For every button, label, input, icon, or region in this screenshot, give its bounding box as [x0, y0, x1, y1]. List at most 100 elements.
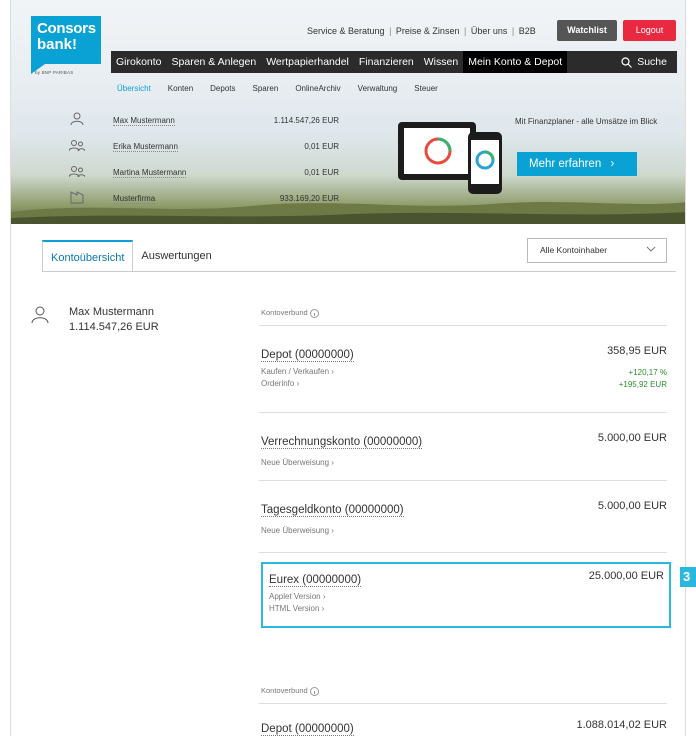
watchlist-button[interactable]: Watchlist	[557, 20, 617, 41]
owner-amount: 0,01 EUR	[304, 168, 339, 177]
logo-line-2: bank!	[37, 36, 78, 53]
person-total: 1.114.547,26 EUR	[69, 321, 159, 333]
info-icon[interactable]	[309, 308, 319, 318]
account-amount: 1.088.014,02 EUR	[576, 719, 667, 731]
owner-row[interactable]: Erika Mustermann 0,01 EUR	[69, 138, 369, 156]
owner-row[interactable]: Max Mustermann 1.114.547,26 EUR	[69, 112, 369, 130]
account-amount: 5.000,00 EUR	[597, 432, 667, 444]
nav-wertpapierhandel[interactable]: Wertpapierhandel	[261, 51, 354, 73]
consorsbank-logo[interactable]: Consors bank!	[31, 16, 101, 74]
account-eurex: Eurex (00000000) 25.000,00 EUR Applet Ve…	[269, 570, 664, 613]
link-neue-ueberweisung[interactable]: Neue Überweisung ›	[261, 526, 667, 535]
subnav-sparen[interactable]: Sparen	[253, 84, 279, 93]
owner-name: Martina Mustermann	[113, 168, 187, 178]
search-icon	[621, 56, 633, 68]
company-icon	[70, 191, 84, 204]
persons-icon	[69, 140, 85, 152]
nav-girokonto[interactable]: Girokonto	[111, 51, 167, 73]
tab-divider	[42, 271, 676, 272]
header-banner: Consors bank! by BNP PARIBAS Service & B…	[11, 0, 685, 224]
person-icon	[31, 306, 49, 324]
link-orderinfo[interactable]: Orderinfo ›	[261, 379, 667, 388]
tab-bar: Kontoübersicht Auswertungen	[42, 240, 220, 272]
subnav-uebersicht[interactable]: Übersicht	[117, 84, 151, 93]
search-label: Suche	[637, 56, 667, 68]
link-neue-ueberweisung[interactable]: Neue Überweisung ›	[261, 458, 667, 467]
group-label: Kontoverbund	[261, 686, 319, 696]
link-label: Kaufen / Verkaufen	[261, 367, 330, 376]
page-frame: Consors bank! by BNP PARIBAS Service & B…	[10, 0, 686, 736]
sub-navigation: Übersicht Konten Depots Sparen OnlineArc…	[117, 84, 455, 93]
nav-finanzieren[interactable]: Finanzieren	[354, 51, 419, 73]
divider	[259, 325, 667, 326]
owner-name: Erika Mustermann	[113, 142, 178, 152]
link-html-version[interactable]: HTML Version ›	[269, 604, 664, 613]
account-amount: 5.000,00 EUR	[597, 500, 667, 512]
account-title[interactable]: Eurex (00000000)	[269, 574, 362, 587]
group-label-text: Kontoverbund	[261, 308, 308, 317]
owner-amount: 933.169,20 EUR	[279, 194, 339, 203]
link-service[interactable]: Service & Beratung	[307, 26, 385, 36]
owner-row[interactable]: Musterfirma 933.169,20 EUR	[69, 190, 369, 208]
nav-mein-konto[interactable]: Mein Konto & Depot	[463, 51, 568, 73]
owner-row[interactable]: Martina Mustermann 0,01 EUR	[69, 164, 369, 182]
link-kaufen-verkaufen[interactable]: Kaufen / Verkaufen ›	[261, 367, 667, 376]
owner-select-value: Alle Kontoinhaber	[540, 245, 608, 255]
promo-text: Mit Finanzplaner - alle Umsätze im Blick	[515, 117, 658, 126]
account-depot-2: Depot (00000000) 1.088.014,02 EUR	[261, 719, 667, 736]
divider	[259, 412, 667, 413]
gain-absolute: +195,92 EUR	[618, 380, 667, 389]
owner-name: Max Mustermann	[113, 116, 175, 126]
subnav-onlinearchiv[interactable]: OnlineArchiv	[295, 84, 340, 93]
account-depot: Depot (00000000) 358,95 EUR Kaufen / Ver…	[261, 345, 667, 389]
nav-sparen-anlegen[interactable]: Sparen & Anlegen	[167, 51, 262, 73]
gain-percent: +120,17 %	[628, 368, 667, 377]
tab-auswertungen[interactable]: Auswertungen	[133, 240, 219, 272]
separator: |	[389, 26, 392, 36]
subnav-depots[interactable]: Depots	[210, 84, 235, 93]
divider	[259, 703, 667, 704]
link-label: Neue Überweisung	[261, 458, 330, 467]
link-applet-version[interactable]: Applet Version ›	[269, 592, 664, 601]
link-ueber-uns[interactable]: Über uns	[471, 26, 508, 36]
subnav-steuer[interactable]: Steuer	[414, 84, 438, 93]
person-name: Max Mustermann	[69, 306, 154, 318]
devices-illustration	[398, 122, 502, 194]
separator: |	[463, 26, 467, 36]
main-navigation: Girokonto Sparen & Anlegen Wertpapierhan…	[111, 51, 677, 73]
link-label: Neue Überweisung	[261, 526, 330, 535]
group-label-text: Kontoverbund	[261, 686, 308, 695]
person-icon	[70, 112, 84, 126]
logout-button[interactable]: Logout	[623, 20, 676, 41]
logo-line-1: Consors	[37, 20, 96, 37]
account-title[interactable]: Depot (00000000)	[261, 349, 354, 362]
nav-wissen[interactable]: Wissen	[419, 51, 463, 73]
account-title[interactable]: Depot (00000000)	[261, 723, 354, 736]
owner-amount: 0,01 EUR	[304, 142, 339, 151]
service-links: Service & Beratung | Preise & Zinsen | Ü…	[307, 26, 536, 36]
link-label: Applet Version	[269, 592, 321, 601]
account-amount: 25.000,00 EUR	[588, 570, 664, 582]
account-tagesgeldkonto: Tagesgeldkonto (00000000) 5.000,00 EUR N…	[261, 500, 667, 535]
owner-select[interactable]: Alle Kontoinhaber	[527, 238, 667, 263]
chevron-right-icon: ›	[610, 158, 615, 170]
account-title[interactable]: Tagesgeldkonto (00000000)	[261, 504, 404, 517]
logo-subtitle: by BNP PARIBAS	[35, 70, 74, 75]
owner-amount: 1.114.547,26 EUR	[273, 116, 339, 125]
subnav-konten[interactable]: Konten	[168, 84, 193, 93]
owner-name: Musterfirma	[113, 194, 156, 204]
link-label: HTML Version	[269, 604, 320, 613]
divider	[259, 552, 667, 553]
group-label: Kontoverbund	[261, 308, 319, 318]
promo-button[interactable]: Mehr erfahren ›	[517, 152, 637, 176]
link-preise[interactable]: Preise & Zinsen	[396, 26, 460, 36]
account-title[interactable]: Verrechnungskonto (00000000)	[261, 436, 423, 449]
subnav-verwaltung[interactable]: Verwaltung	[358, 84, 398, 93]
tab-kontouebersicht[interactable]: Kontoübersicht	[42, 240, 134, 272]
account-verrechnungskonto: Verrechnungskonto (00000000) 5.000,00 EU…	[261, 432, 667, 467]
chevron-down-icon	[646, 246, 656, 252]
separator: |	[511, 26, 515, 36]
link-b2b[interactable]: B2B	[519, 26, 536, 36]
info-icon[interactable]	[309, 686, 319, 696]
search-button[interactable]: Suche	[621, 56, 677, 68]
